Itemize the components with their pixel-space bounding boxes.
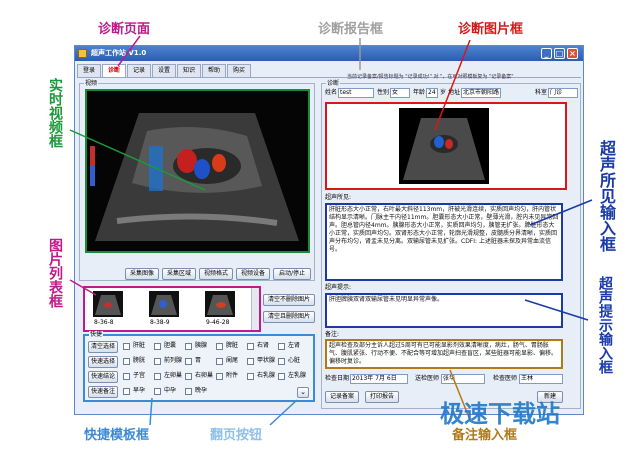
arrow-live-video (69, 129, 206, 191)
arrow-image-list (69, 279, 97, 296)
arrow-quick-template (149, 397, 153, 426)
label-image-list: 图片列表框 (47, 238, 63, 308)
label-live-video: 实时视频框 (47, 78, 63, 148)
label-diagnosis-page: 诊断页面 (98, 22, 151, 37)
label-hints-input: 超声提示输入框 (597, 276, 613, 374)
label-image-frame: 诊断图片框 (458, 22, 524, 37)
arrow-image-frame (434, 39, 471, 131)
label-report-frame: 诊断报告框 (318, 22, 384, 37)
arrow-hints (524, 299, 589, 321)
label-quick-template: 快捷模板框 (84, 428, 150, 443)
label-page-button: 翻页按钮 (210, 428, 263, 443)
annotation-arrows (69, 35, 593, 426)
watermark: 极速下载站 (440, 400, 560, 428)
arrow-diagnosis-page (117, 35, 141, 67)
arrow-findings (529, 199, 593, 226)
arrow-page-button (269, 399, 298, 426)
label-findings-input: 超声所见输入框 (597, 140, 616, 252)
